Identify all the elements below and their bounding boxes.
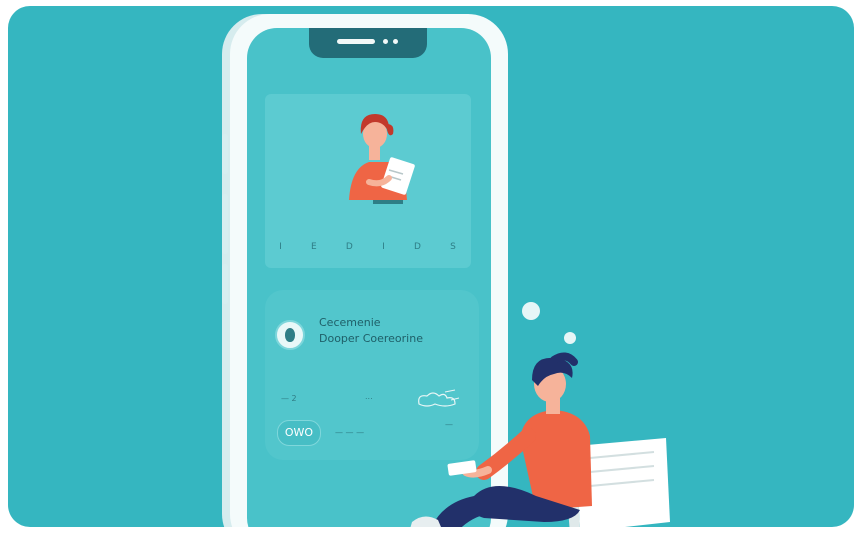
illustration-background: I E D I D S Cecemenie Dooper Coereorine … [8, 6, 854, 527]
camera-dot [393, 39, 398, 44]
leaf-icon [275, 320, 305, 350]
camera-dot [383, 39, 388, 44]
metric-label: S [450, 242, 457, 252]
entry-title: Cecemenie [319, 316, 381, 329]
profile-metrics: I E D I D S [265, 242, 471, 252]
metric-label: E [311, 242, 318, 252]
profile-photo [329, 100, 421, 206]
metric-label: D [413, 242, 422, 252]
phone-side-button [222, 134, 228, 174]
speaker-grille [337, 39, 375, 44]
reading-person-illustration [410, 352, 670, 527]
stat-text: — 2 [281, 394, 297, 403]
stat-text: — — — [335, 428, 365, 437]
thought-bubble [522, 302, 540, 320]
phone-side-button [222, 264, 228, 304]
phone-notch [309, 28, 427, 58]
metric-label: I [279, 242, 283, 252]
metric-label: D [345, 242, 354, 252]
phone-side-button [222, 194, 228, 254]
status-badge[interactable]: OWO [277, 420, 321, 446]
profile-card: I E D I D S [265, 94, 471, 268]
metric-label: I [382, 242, 386, 252]
stat-text: ... [365, 392, 373, 401]
